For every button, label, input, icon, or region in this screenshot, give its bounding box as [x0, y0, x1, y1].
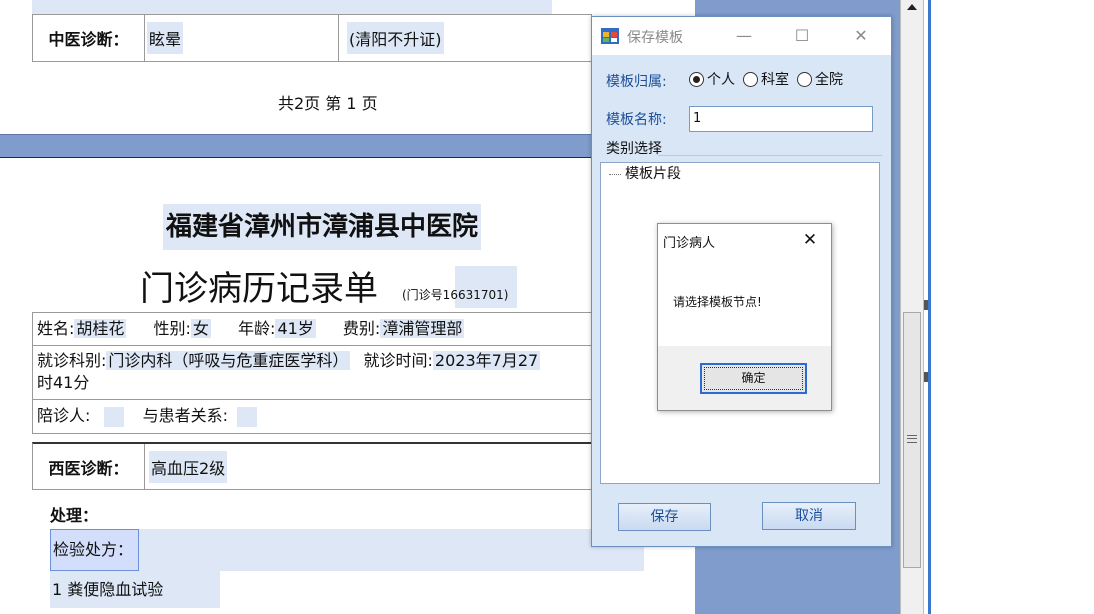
- time-label: 就诊时间:: [363, 351, 433, 370]
- radio-hospital-label[interactable]: 全院: [815, 69, 843, 89]
- age-label: 年龄:: [238, 319, 276, 338]
- screen: 中医诊断： 眩晕 (清阳不升证) 共2页 第 1 页 福建省漳州市漳浦县中医院 …: [0, 0, 1094, 614]
- category-group-line: [658, 155, 882, 156]
- visit-department[interactable]: 门诊内科（呼吸与危重症医学科）: [106, 351, 351, 370]
- tcm-diagnosis-label: 中医诊断：: [33, 15, 145, 61]
- save-button[interactable]: 保存: [618, 503, 711, 531]
- category-label: 类别选择: [606, 141, 662, 157]
- message-box-title: 门诊病人: [663, 236, 716, 251]
- minimize-button[interactable]: —: [729, 25, 759, 47]
- radio-personal-icon[interactable]: [689, 71, 704, 87]
- companion-row: 陪诊人: 与患者关系:: [32, 400, 638, 434]
- message-box-title-bar[interactable]: 门诊病人 ✕: [658, 224, 831, 257]
- relation-label: 与患者关系:: [142, 406, 228, 425]
- tree-node-label: 模板片段: [625, 166, 681, 182]
- patient-age[interactable]: 41岁: [275, 319, 316, 338]
- scroll-up-arrow-icon[interactable]: [907, 4, 917, 10]
- fee-label: 费别:: [342, 319, 381, 338]
- page-count: 共2页 第 1 页: [278, 94, 378, 113]
- ok-button-label: 确定: [704, 367, 803, 390]
- hospital-name[interactable]: 福建省漳州市漳浦县中医院: [163, 204, 482, 250]
- dept-label: 就诊科别:: [37, 351, 107, 370]
- template-name-label: 模板名称:: [606, 112, 667, 128]
- patient-name[interactable]: 胡桂花: [74, 319, 127, 338]
- companion-value[interactable]: [103, 406, 124, 427]
- tcm-diagnosis-row: 中医诊断： 眩晕 (清阳不升证): [32, 14, 592, 62]
- tcm-pattern-value[interactable]: (清阳不升证): [347, 22, 444, 54]
- lab-item-1[interactable]: 1 粪便隐血试验: [50, 571, 220, 608]
- name-label: 姓名:: [37, 319, 75, 338]
- app-window-icon: [601, 28, 619, 44]
- tcm-diagnosis-cell: 眩晕: [145, 15, 339, 61]
- patient-fee-type[interactable]: 漳浦管理部: [380, 319, 465, 338]
- record-number: (门诊号16631701): [402, 288, 509, 302]
- record-title: 门诊病历记录单: [140, 269, 378, 309]
- cancel-button[interactable]: 取消: [762, 502, 856, 530]
- message-box-close-icon[interactable]: ✕: [798, 229, 822, 251]
- tree-node-root[interactable]: 模板片段: [609, 163, 681, 185]
- relation-value[interactable]: [237, 406, 258, 427]
- ok-button[interactable]: 确定: [700, 363, 807, 394]
- patient-info-row: 姓名: 胡桂花 性别: 女 年龄: 41岁 费别: 漳浦管理部: [32, 312, 638, 346]
- radio-personal-label[interactable]: 个人: [707, 69, 735, 89]
- visit-info-row: 就诊科别: 门诊内科（呼吸与危重症医学科） 就诊时间: 2023年7月27 时41分: [32, 346, 638, 400]
- treatment-label: 处理：: [50, 506, 99, 525]
- tree-connector-icon: [609, 173, 621, 175]
- dialog-title-bar[interactable]: 保存模板 — ☐ ✕: [592, 17, 891, 55]
- tcm-pattern-cell: (清阳不升证): [339, 15, 591, 61]
- scrollbar-thumb[interactable]: [903, 312, 921, 568]
- top-highlight-strip: [32, 0, 552, 14]
- companion-label: 陪诊人:: [37, 406, 91, 425]
- visit-time-part2[interactable]: 时41分: [37, 373, 89, 392]
- message-text: 请选择模板节点!: [673, 295, 762, 309]
- tcm-diagnosis-value[interactable]: 眩晕: [147, 22, 184, 54]
- lab-strip: [50, 529, 644, 571]
- window-edge: [928, 0, 931, 614]
- visit-time-part1[interactable]: 2023年7月27: [432, 351, 541, 370]
- radio-department-label[interactable]: 科室: [761, 69, 789, 89]
- ownership-radio-group: 个人 科室 全院: [689, 69, 851, 89]
- maximize-button[interactable]: ☐: [787, 25, 817, 47]
- vertical-scrollbar[interactable]: [900, 0, 924, 614]
- ownership-label: 模板归属:: [606, 74, 667, 90]
- wm-diagnosis-value[interactable]: 高血压2级: [149, 450, 228, 483]
- message-box-body: 请选择模板节点!: [658, 257, 831, 346]
- lab-prescription-label[interactable]: 检验处方：: [50, 529, 139, 571]
- wm-diagnosis-row: 西医诊断： 高血压2级: [32, 442, 592, 490]
- radio-department-icon[interactable]: [743, 71, 758, 87]
- close-button[interactable]: ✕: [846, 25, 876, 47]
- wm-diagnosis-label: 西医诊断：: [33, 444, 145, 489]
- patient-gender[interactable]: 女: [190, 319, 211, 338]
- radio-hospital-icon[interactable]: [797, 71, 812, 87]
- grip-icon: [907, 435, 917, 443]
- message-box: 门诊病人 ✕ 请选择模板节点! 确定: [657, 223, 832, 411]
- wm-diagnosis-cell: 高血压2级: [145, 444, 591, 489]
- gender-label: 性别:: [153, 319, 191, 338]
- template-name-input[interactable]: 1: [689, 106, 873, 132]
- dialog-title: 保存模板: [627, 30, 683, 46]
